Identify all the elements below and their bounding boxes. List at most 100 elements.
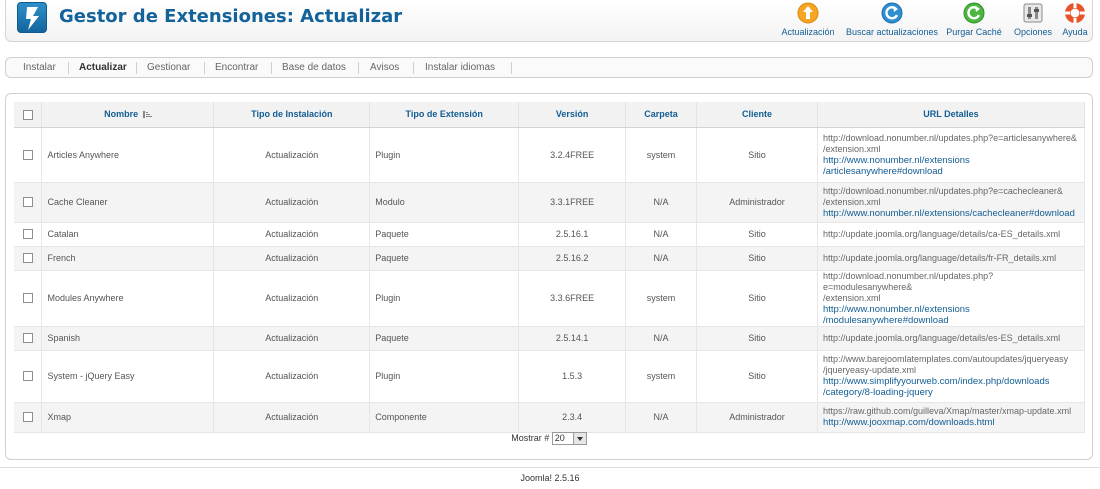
details-url-text: http://download.nonumber.nl/updates.php?… [822,270,994,292]
cell-tipo-extension: Componente [369,402,520,433]
options-icon [1023,3,1043,23]
main-panel: Nombre Tipo de Instalación Tipo de Exten… [5,93,1093,460]
cell-tipo-instalacion: Actualización [213,127,371,183]
download-link[interactable]: http://www.nonumber.nl/extensions [823,304,1079,315]
cell-tipo-extension: Plugin [369,270,520,327]
download-link[interactable]: http://www.jooxmap.com/downloads.html [823,417,1079,428]
cell-nombre: Xmap [41,402,215,433]
toolbar-help-button[interactable]: Ayuda [1060,2,1090,38]
cell-tipo-extension: Modulo [369,182,520,223]
cell-cliente: Sitio [696,270,818,327]
row-checkbox[interactable] [22,197,33,208]
row-checkbox[interactable] [22,149,33,160]
footer-version: Joomla! 2.5.16 [520,473,580,483]
submenu-item-actualizar[interactable]: Actualizar [79,62,127,73]
cell-version: 2.3.4 [518,402,627,433]
row-checkbox-cell [14,246,43,271]
row-checkbox-cell [14,402,43,433]
cell-tipo-instalacion: Actualización [213,402,371,433]
updates-table: Nombre Tipo de Instalación Tipo de Exten… [14,102,1086,433]
submenu-divider [413,62,414,74]
table-row: Modules Anywhere Actualización Plugin 3.3.6… [14,270,1086,327]
row-checkbox[interactable] [22,412,33,423]
cell-url-detalles: http://download.nonumber.nl/updates.php?… [817,270,1086,327]
column-header-tipo-instalacion[interactable]: Tipo de Instalación [213,102,371,128]
cell-cliente: Sitio [696,222,818,247]
toolbar-update-button[interactable]: Actualización [779,2,837,38]
row-checkbox[interactable] [22,333,33,344]
download-link[interactable]: /category/8-loading-jquery [823,387,1079,398]
submenu-item-instalar[interactable]: Instalar [23,62,56,73]
cell-carpeta: system [625,270,698,327]
row-checkbox-cell [14,326,43,351]
submenu-divider [271,62,272,74]
table-row: Catalan Actualización Paquete 2.5.16.1 N/A Si… [14,222,1086,247]
download-link[interactable]: http://www.nonumber.nl/extensions [823,155,1079,166]
column-header-cliente[interactable]: Cliente [696,102,818,128]
submenu-divider [136,62,137,74]
table-row: Cache Cleaner Actualización Modulo 3.3.1FRE… [14,182,1086,223]
toolbar-purge-cache-button[interactable]: Purgar Caché [946,2,1002,38]
cell-url-detalles: http://update.joomla.org/language/detail… [817,326,1086,351]
cell-tipo-instalacion: Actualización [213,246,371,271]
submenu: Instalar Actualizar Gestionar Encontrar … [5,57,1093,78]
cell-nombre: Spanish [41,326,215,351]
toolbar-find-updates-label: Buscar actualizaciones [845,27,939,37]
row-checkbox[interactable] [22,229,33,240]
toolbar-options-button[interactable]: Opciones [1011,2,1055,38]
download-link[interactable]: http://www.nonumber.nl/extensions/cachec… [823,208,1079,219]
toolbar-find-updates-button[interactable]: Buscar actualizaciones [845,2,939,38]
column-header-tipo-extension[interactable]: Tipo de Extensión [369,102,520,128]
submenu-item-encontrar[interactable]: Encontrar [215,62,258,73]
cell-cliente: Sitio [696,246,818,271]
cell-url-detalles: https://raw.github.com/guilleva/Xmap/mas… [817,402,1086,433]
submenu-divider [68,62,69,74]
pagination-bar: Mostrar # 20 [6,432,1092,445]
cell-nombre: Catalan [41,222,215,247]
submenu-item-base-de-datos[interactable]: Base de datos [282,62,346,73]
details-url-text: /extension.xml [822,292,881,303]
refresh-icon [881,2,903,24]
details-url-text: /extension.xml [822,143,881,154]
cell-url-detalles: http://download.nonumber.nl/updates.php?… [817,182,1086,223]
cell-cliente: Sitio [696,127,818,183]
details-url-text: http://download.nonumber.nl/updates.php?… [822,185,1063,196]
cell-nombre: System - jQuery Easy [41,350,215,403]
cell-cliente: Sitio [696,350,818,403]
row-checkbox-cell [14,350,43,403]
download-link[interactable]: /articlesanywhere#download [823,166,1079,177]
submenu-item-instalar-idiomas[interactable]: Instalar idiomas [425,62,495,73]
download-link[interactable]: /modulesanywhere#download [823,315,1079,326]
row-checkbox-cell [14,182,43,223]
download-link[interactable]: http://www.simplifyyourweb.com/index.php… [823,376,1079,387]
row-checkbox[interactable] [22,253,33,264]
extension-manager-logo-icon [17,2,47,33]
table-row: Articles Anywhere Actualización Plugin 3.2.… [14,127,1086,183]
cell-version: 2.5.16.2 [518,246,627,271]
details-url-text: http://update.joomla.org/language/detail… [822,252,1057,263]
cell-version: 2.5.14.1 [518,326,627,351]
list-limit-select[interactable]: 20 [551,432,587,445]
purge-icon [963,2,985,24]
submenu-item-avisos[interactable]: Avisos [370,62,399,73]
cell-nombre: French [41,246,215,271]
row-checkbox[interactable] [22,371,33,382]
toolbar-update-label: Actualización [781,27,835,37]
column-header-carpeta[interactable]: Carpeta [625,102,698,128]
details-url-text: http://download.nonumber.nl/updates.php?… [822,132,1077,143]
column-header-url-detalles[interactable]: URL Detalles [817,102,1086,128]
submenu-item-gestionar[interactable]: Gestionar [147,62,190,73]
cell-tipo-instalacion: Actualización [213,222,371,247]
table-row: System - jQuery Easy Actualización Plugin 1… [14,350,1086,403]
chevron-down-icon[interactable] [572,433,586,444]
upload-icon [797,2,819,24]
row-checkbox[interactable] [22,293,33,304]
select-all-checkbox[interactable] [22,109,33,120]
cell-tipo-extension: Paquete [369,326,520,351]
submenu-divider [358,62,359,74]
cell-url-detalles: http://update.joomla.org/language/detail… [817,222,1086,247]
cell-cliente: Sitio [696,326,818,351]
column-header-version[interactable]: Versión [518,102,627,128]
cell-tipo-extension: Paquete [369,246,520,271]
column-header-nombre[interactable]: Nombre [41,102,215,128]
